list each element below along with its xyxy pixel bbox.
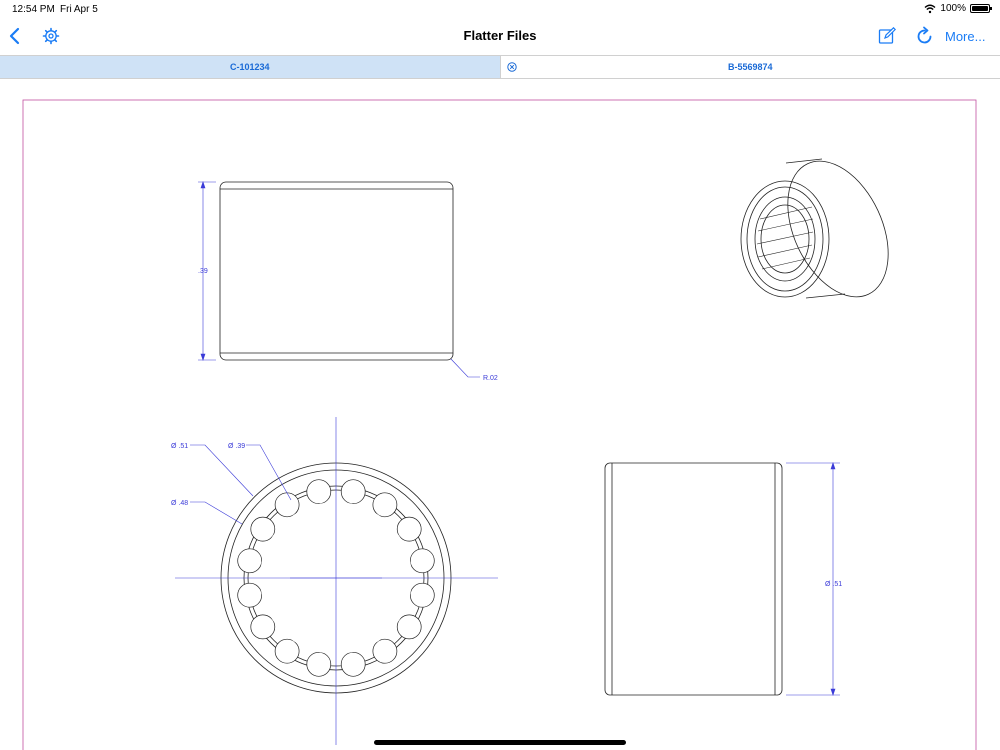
roller bbox=[274, 638, 300, 664]
tab-label: B-5569874 bbox=[727, 62, 773, 72]
roller bbox=[372, 638, 398, 664]
radius-dim-label: R.02 bbox=[483, 375, 498, 382]
roller bbox=[372, 492, 398, 518]
side-dia-label: Ø .51 bbox=[825, 581, 842, 588]
technical-drawing: .39 R.02 Ø .51 Ø .39 Ø .48 Ø .51 bbox=[22, 99, 977, 750]
radius-leader bbox=[450, 358, 480, 378]
roller bbox=[274, 492, 300, 518]
isometric-view bbox=[740, 158, 889, 299]
roller bbox=[306, 479, 332, 505]
nav-bar: Flatter Files More... bbox=[0, 18, 1000, 54]
roller bbox=[237, 548, 263, 574]
wifi-icon bbox=[924, 4, 936, 13]
status-right: 100% bbox=[924, 3, 992, 14]
status-date: Fri Apr 5 bbox=[60, 4, 98, 15]
tab-b-5569874[interactable]: B-5569874 bbox=[499, 56, 1000, 78]
roller bbox=[250, 516, 276, 542]
roller bbox=[396, 516, 422, 542]
roller bbox=[340, 651, 366, 677]
side-view bbox=[604, 462, 783, 696]
mid-dia-label: Ø .48 bbox=[171, 500, 188, 507]
outer-dia-label: Ø .51 bbox=[171, 443, 188, 450]
page-title: Flatter Files bbox=[463, 28, 537, 43]
end-view-leaders bbox=[190, 444, 292, 525]
home-indicator[interactable] bbox=[374, 740, 626, 745]
roller bbox=[409, 548, 435, 574]
inner-dia-label: Ø .39 bbox=[228, 443, 245, 450]
more-label: More... bbox=[945, 28, 986, 44]
front-view bbox=[219, 181, 454, 361]
refresh-icon bbox=[917, 26, 932, 44]
side-dimension bbox=[786, 462, 840, 696]
height-dim-label: .39 bbox=[198, 268, 208, 275]
roller bbox=[409, 582, 435, 608]
tab-label: C-101234 bbox=[229, 62, 270, 72]
roller bbox=[237, 582, 263, 608]
document-tabs: C-101234 B-5569874 bbox=[0, 55, 1000, 79]
edit-button[interactable] bbox=[878, 24, 896, 48]
more-button[interactable]: More... bbox=[945, 24, 985, 48]
roller bbox=[340, 479, 366, 505]
edit-icon bbox=[878, 27, 896, 44]
battery-percent: 100% bbox=[940, 3, 966, 14]
tab-c-101234[interactable]: C-101234 bbox=[0, 56, 500, 78]
close-tab-icon[interactable] bbox=[506, 62, 517, 72]
battery-icon bbox=[970, 4, 992, 13]
roller bbox=[250, 614, 276, 640]
roller bbox=[396, 614, 422, 640]
status-time: 12:54 PM bbox=[12, 4, 55, 15]
refresh-button[interactable] bbox=[916, 24, 934, 48]
roller bbox=[306, 651, 332, 677]
status-bar: 12:54 PM Fri Apr 5 100% bbox=[0, 0, 1000, 18]
drawing-canvas[interactable]: .39 R.02 Ø .51 Ø .39 Ø .48 Ø .51 bbox=[0, 79, 1000, 750]
